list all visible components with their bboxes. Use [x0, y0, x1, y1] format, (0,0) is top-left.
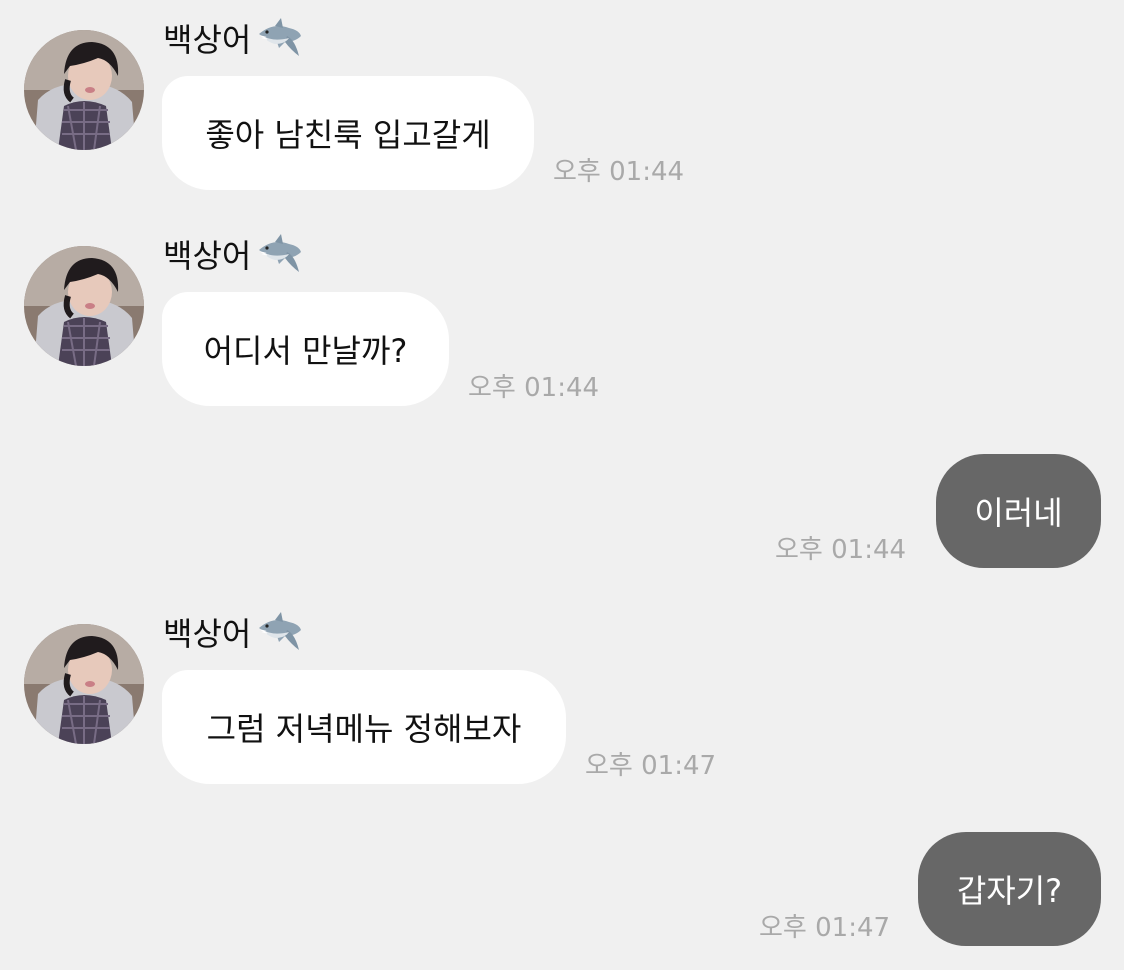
shark-icon [255, 232, 303, 280]
message-text: 좋아 남친룩 입고갈게 [205, 116, 491, 154]
avatar[interactable] [24, 30, 144, 150]
message-bubble-outgoing[interactable]: 갑자기? [918, 832, 1101, 946]
profile-photo-icon [24, 246, 144, 366]
profile-photo-icon [24, 624, 144, 744]
shark-icon [255, 610, 303, 658]
message-timestamp: 오후 01:44 [775, 535, 907, 565]
message-timestamp: 오후 01:47 [585, 751, 717, 781]
sender-name: 백상어 [163, 21, 252, 59]
message-bubble-incoming[interactable]: 어디서 만날까? [162, 292, 449, 406]
message-text: 갑자기? [956, 872, 1063, 910]
message-text: 그럼 저녁메뉴 정해보자 [206, 710, 522, 748]
message-timestamp: 오후 01:47 [759, 913, 891, 943]
message-text: 이러네 [974, 494, 1063, 532]
shark-icon [255, 16, 303, 64]
message-bubble-incoming[interactable]: 그럼 저녁메뉴 정해보자 [162, 670, 566, 784]
sender-header: 백상어 [163, 18, 303, 62]
avatar[interactable] [24, 624, 144, 744]
sender-name: 백상어 [163, 615, 252, 653]
profile-photo-icon [24, 30, 144, 150]
message-timestamp: 오후 01:44 [553, 157, 685, 187]
message-bubble-incoming[interactable]: 좋아 남친룩 입고갈게 [162, 76, 534, 190]
message-timestamp: 오후 01:44 [468, 373, 600, 403]
sender-header: 백상어 [163, 234, 303, 278]
message-text: 어디서 만날까? [203, 332, 408, 370]
message-bubble-outgoing[interactable]: 이러네 [936, 454, 1101, 568]
chat-thread: 백상어 좋아 남친룩 입고갈게 오후 01:44 백상어 어디서 만날까? 오후… [0, 0, 1124, 970]
sender-name: 백상어 [163, 237, 252, 275]
sender-header: 백상어 [163, 612, 303, 656]
avatar[interactable] [24, 246, 144, 366]
